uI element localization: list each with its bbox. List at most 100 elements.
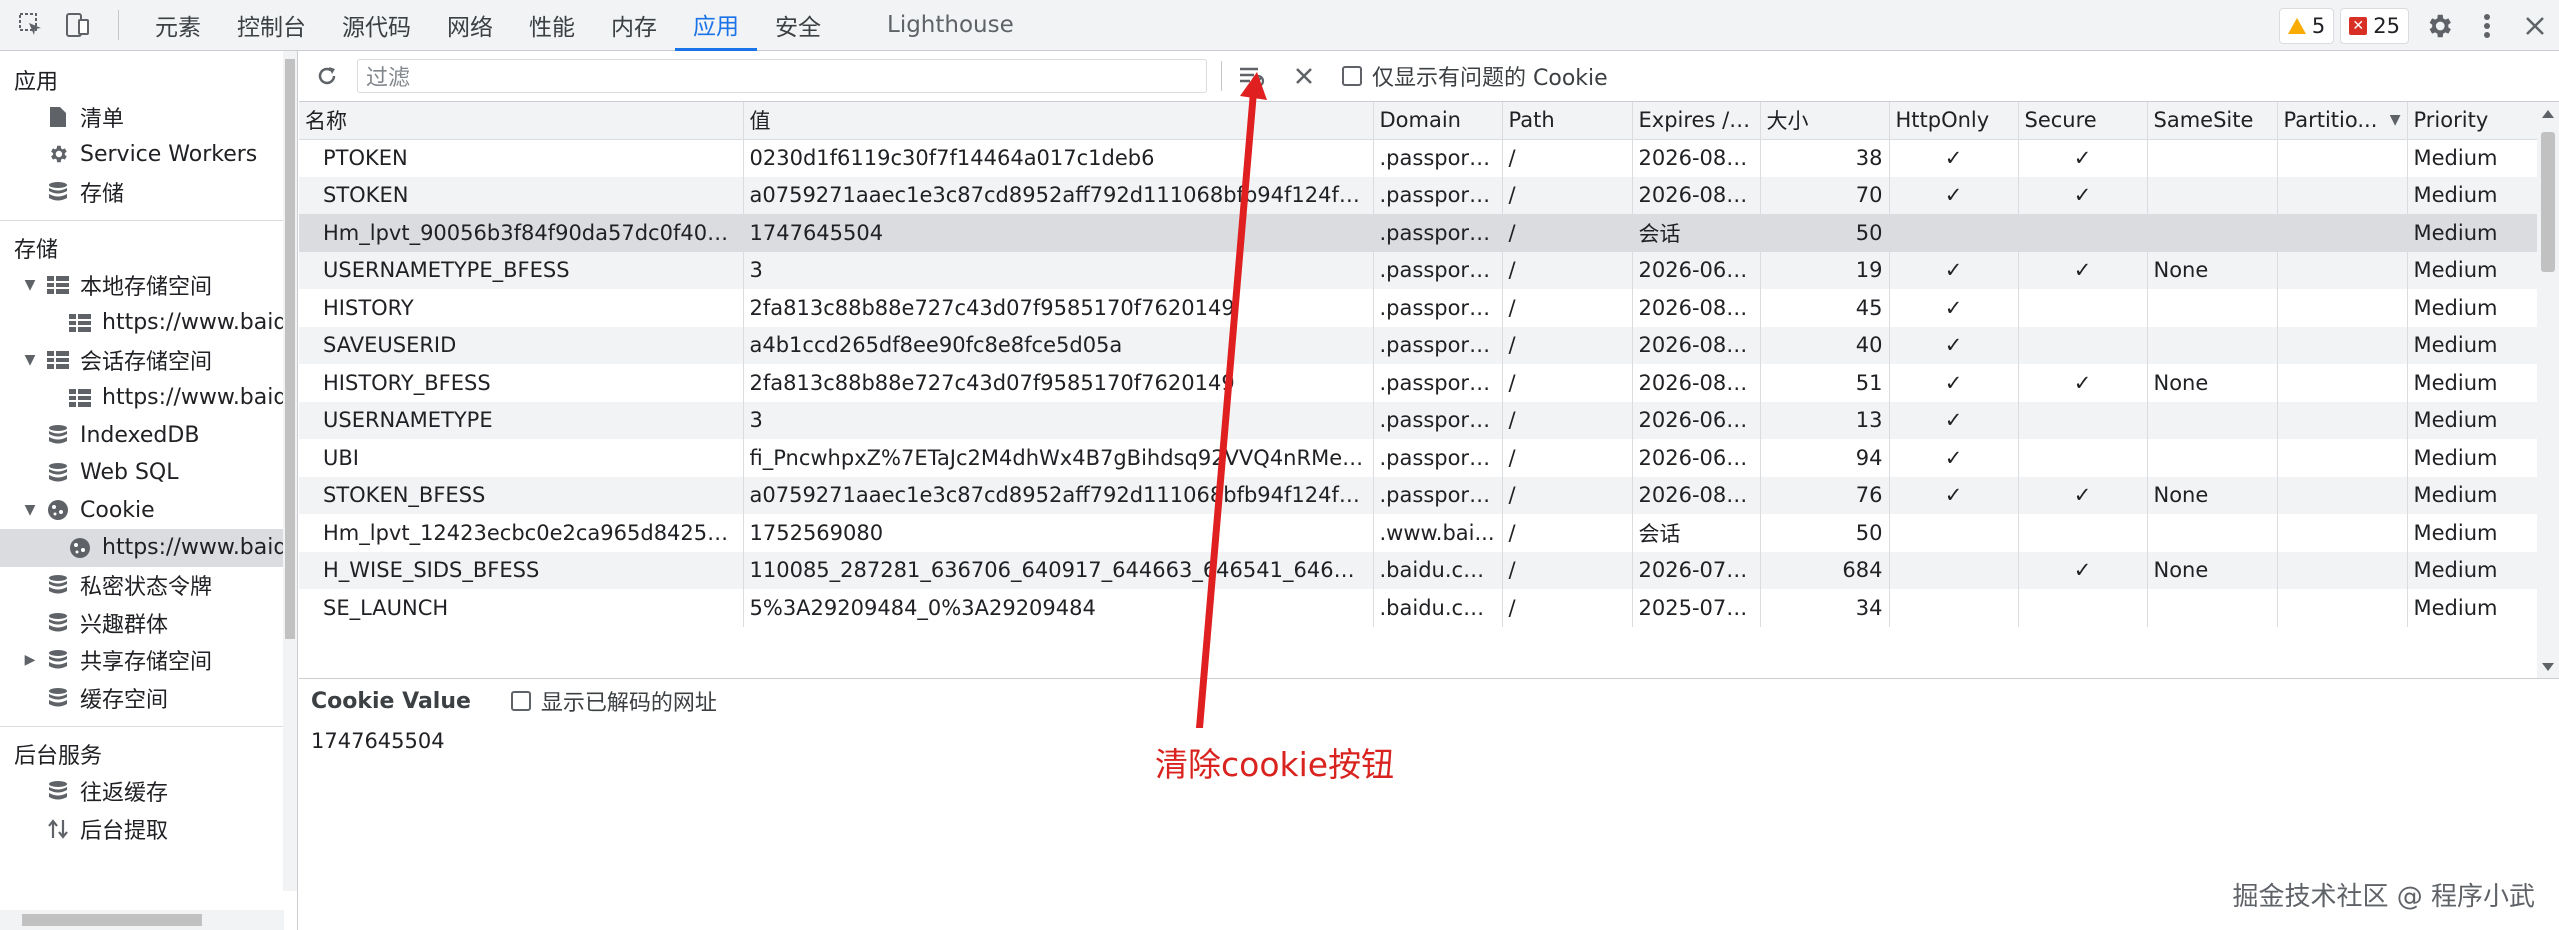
database-icon (46, 573, 70, 597)
column-header-9[interactable]: Partitio... ▼ (2277, 102, 2408, 140)
table-vertical-scrollbar[interactable] (2537, 102, 2559, 678)
database-icon (46, 461, 70, 485)
column-header-5[interactable]: 大小 (1760, 102, 1890, 140)
column-header-label: Priority (2413, 108, 2489, 133)
sidebar-item-cookies[interactable]: ▼ Cookie (0, 492, 297, 530)
expand-triangle-icon[interactable]: ▼ (20, 352, 40, 368)
sidebar-item-session-storage[interactable]: ▼ 会话存储空间 (0, 342, 297, 380)
cookie-value-title: Cookie Value (311, 688, 471, 714)
errors-badge[interactable]: ✕ 25 (2340, 7, 2409, 44)
column-header-0[interactable]: 名称 (299, 102, 744, 140)
cell-name: HISTORY (299, 289, 744, 327)
table-row[interactable]: USERNAMETYPE 3 .passport..../2026-06-... 13… (299, 401, 2538, 439)
tab-2[interactable]: 源代码 (324, 0, 429, 51)
cell-secure (2018, 439, 2148, 477)
sidebar-item-local-storage[interactable]: ▼ 本地存储空间 (0, 267, 297, 305)
warnings-badge[interactable]: 5 (2278, 7, 2335, 44)
tab-6[interactable]: 应用 (675, 0, 757, 51)
sidebar-item-interest-groups[interactable]: 兴趣群体 (0, 604, 297, 642)
clear-all-cookies-icon[interactable] (1232, 56, 1272, 96)
settings-gear-icon[interactable] (2415, 0, 2463, 51)
sidebar-item-cookie-origin[interactable]: https://www.baid (0, 529, 297, 567)
sidebar-item-shared-storage[interactable]: ▶ 共享存储空间 (0, 642, 297, 680)
sidebar-item-manifest[interactable]: 清单 (0, 98, 297, 136)
cell-httponly: ✓ (1889, 326, 2019, 364)
table-row[interactable]: UBI fi_PncwhpxZ%7ETaJc2M4dhWx4B7gBihdsq92… (299, 439, 2538, 477)
table-row[interactable]: HISTORY 2fa813c88b88e727c43d07f9585170f76… (299, 289, 2538, 327)
show-decoded-url-checkbox[interactable]: 显示已解码的网址 (510, 685, 717, 717)
cell-path: / (1502, 476, 1633, 514)
checkbox-box[interactable] (510, 691, 531, 711)
refresh-icon[interactable] (307, 56, 347, 96)
sidebar-item-session-storage-origin[interactable]: https://www.baid (0, 379, 297, 417)
collapse-triangle-icon[interactable]: ▶ (20, 652, 40, 668)
delete-selected-icon[interactable] (1284, 56, 1324, 96)
topbar-right: 5 ✕ 25 (2278, 0, 2559, 51)
column-header-1[interactable]: 值 (743, 102, 1374, 140)
tab-0[interactable]: 元素 (137, 0, 219, 51)
cell-secure (2018, 514, 2148, 552)
only-issues-checkbox[interactable]: 仅显示有问题的 Cookie (1342, 60, 1608, 92)
devtools-tab-bar: 元素 控制台 源代码 网络 性能 内存 应用 安全 Lighthouse 5 ✕ 25 (0, 0, 2559, 51)
table-row[interactable]: SE_LAUNCH 5%3A29209484_0%3A29209484 .baidu… (299, 589, 2538, 627)
table-row[interactable]: Hm_lpvt_12423ecbc0e2ca965d8425906... 1752… (299, 514, 2538, 552)
scroll-down-icon[interactable] (2542, 663, 2554, 671)
table-row[interactable]: PTOKEN 0230d1f6119c30f7f14464a017c1deb6 .p… (299, 139, 2538, 177)
more-options-icon[interactable] (2463, 0, 2511, 51)
table-row[interactable]: USERNAMETYPE_BFESS 3 .passport..../2026-06… (299, 251, 2538, 289)
database-icon (46, 686, 70, 710)
sidebar-item-local-storage-origin[interactable]: https://www.baid (0, 304, 297, 342)
column-header-2[interactable]: Domain (1373, 102, 1503, 140)
cell-value: a0759271aaec1e3c87cd8952aff792d111068bfb… (743, 176, 1374, 214)
expand-triangle-icon[interactable]: ▼ (20, 277, 40, 293)
tab-5[interactable]: 内存 (593, 0, 675, 51)
close-devtools-icon[interactable] (2511, 0, 2559, 51)
tab-7[interactable]: 安全 (757, 0, 839, 51)
sidebar-item-cache-storage[interactable]: 缓存空间 (0, 679, 297, 717)
tab-3[interactable]: 网络 (429, 0, 511, 51)
inspect-element-icon[interactable] (8, 2, 54, 48)
sidebar-item-private-state-tokens[interactable]: 私密状态令牌 (0, 567, 297, 605)
column-header-8[interactable]: SameSite (2147, 102, 2278, 140)
table-row[interactable]: H_WISE_SIDS_BFESS 110085_287281_636706_64… (299, 551, 2538, 589)
cell-httponly: ✓ (1889, 439, 2019, 477)
tab-4[interactable]: 性能 (511, 0, 593, 51)
scroll-up-icon[interactable] (2542, 110, 2554, 118)
table-row[interactable]: STOKEN a0759271aaec1e3c87cd8952aff792d111… (299, 176, 2538, 214)
sidebar-item-websql[interactable]: Web SQL (0, 454, 297, 492)
sidebar-item-service-workers[interactable]: Service Workers (0, 136, 297, 174)
sidebar-vertical-scrollbar[interactable] (283, 51, 297, 891)
column-header-4[interactable]: Expires / ... (1632, 102, 1761, 140)
sidebar-item-indexeddb[interactable]: IndexedDB (0, 417, 297, 455)
checkbox-box[interactable] (1342, 66, 1362, 86)
sidebar-item-storage[interactable]: 存储 (0, 173, 297, 211)
column-header-6[interactable]: HttpOnly (1889, 102, 2019, 140)
cell-expires: 会话 (1632, 514, 1761, 552)
tab-1[interactable]: 控制台 (219, 0, 324, 51)
tab-lighthouse[interactable]: Lighthouse (869, 0, 1032, 51)
cell-secure (2018, 589, 2148, 627)
cell-expires: 2026-06-... (1632, 439, 1761, 477)
device-toolbar-icon[interactable] (54, 2, 100, 48)
table-row[interactable]: STOKEN_BFESS a0759271aaec1e3c87cd8952aff7… (299, 476, 2538, 514)
table-row[interactable]: HISTORY_BFESS 2fa813c88b88e727c43d07f9585… (299, 364, 2538, 402)
sort-desc-icon: ▼ (2389, 112, 2401, 129)
cell-domain: .baidu.com (1373, 551, 1503, 589)
scrollbar-thumb[interactable] (2541, 132, 2555, 272)
column-header-3[interactable]: Path (1502, 102, 1633, 140)
cell-partition (2277, 214, 2408, 252)
sidebar-item-background-fetch[interactable]: 后台提取 (0, 810, 297, 848)
column-header-7[interactable]: Secure (2018, 102, 2148, 140)
filter-input[interactable]: 过滤 (357, 59, 1207, 93)
expand-triangle-icon[interactable]: ▼ (20, 502, 40, 518)
table-row[interactable]: SAVEUSERID a4b1ccd265df8ee90fc8e8fce5d05a… (299, 326, 2538, 364)
table-row[interactable]: Hm_lpvt_90056b3f84f90da57dc0f40150... 174… (299, 214, 2538, 252)
watermark-text: 掘金技术社区 @ 程序小武 (2232, 882, 2535, 912)
cell-priority: Medium (2407, 176, 2538, 214)
sidebar-horizontal-scrollbar[interactable] (0, 910, 284, 930)
cell-priority: Medium (2407, 139, 2538, 177)
sidebar-divider (0, 219, 297, 221)
column-header-10[interactable]: Priority (2407, 102, 2538, 140)
sidebar-item-bfcache[interactable]: 往返缓存 (0, 773, 297, 811)
cell-priority: Medium (2407, 589, 2538, 627)
